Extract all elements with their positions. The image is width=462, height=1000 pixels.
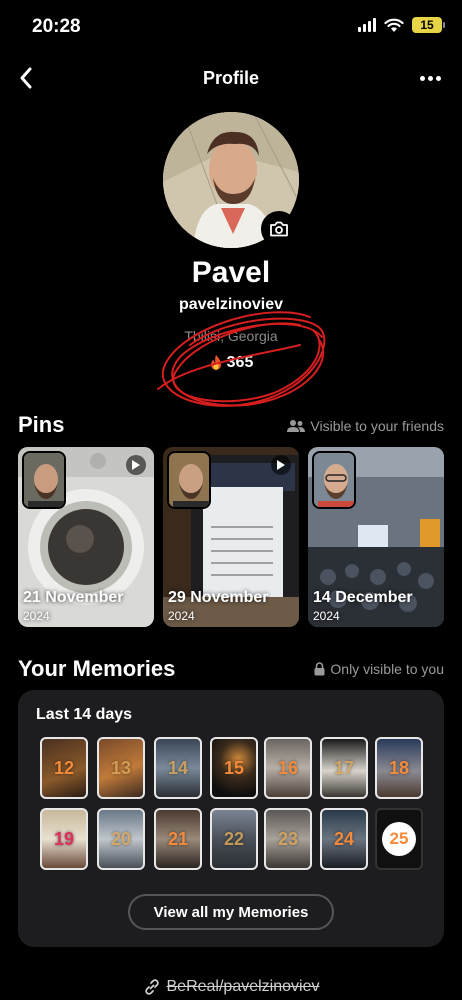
memory-day-tile[interactable]: 22 [210, 808, 258, 870]
pin-year: 2024 [313, 609, 340, 623]
link-icon [144, 979, 159, 995]
memories-visibility: Only visible to you [314, 661, 444, 677]
memory-day-tile[interactable]: 24 [320, 808, 368, 870]
signal-icon [358, 18, 376, 32]
pin-selfie [22, 451, 66, 509]
memory-day-tile[interactable]: 16 [264, 737, 312, 799]
memory-day-number: 15 [223, 757, 245, 778]
memory-day-number: 24 [333, 828, 355, 849]
memory-day-tile[interactable]: 21 [154, 808, 202, 870]
pin-date: 29 November [168, 589, 269, 606]
memories-period: Last 14 days [36, 706, 133, 723]
memory-day-number: 21 [167, 828, 189, 849]
memory-day-number: 17 [333, 757, 355, 778]
profile-link[interactable]: BeReal/pavelzinoviev [0, 978, 462, 996]
memory-day-tile[interactable]: 12 [40, 737, 88, 799]
camera-icon [270, 221, 288, 237]
profile-location: Tbilisi, Georgia [184, 328, 278, 344]
wifi-icon [384, 18, 404, 32]
lock-icon [314, 662, 325, 676]
pins-row: 21 November 2024 29 November 2024 14 Dec… [18, 447, 444, 627]
pin-year: 2024 [168, 609, 195, 623]
profile-username: pavelzinoviev [178, 296, 284, 313]
memory-day-tile[interactable]: 17 [320, 737, 368, 799]
more-options-button[interactable] [412, 62, 448, 94]
memories-visibility-label: Only visible to you [330, 661, 444, 677]
memory-day-number: 13 [110, 757, 132, 778]
pin-date: 21 November [23, 589, 124, 606]
memories-title: Your Memories [18, 656, 176, 681]
memory-day-number: 16 [277, 757, 299, 778]
memory-day-tile[interactable]: 19 [40, 808, 88, 870]
pin-year: 2024 [23, 609, 50, 623]
memory-day-number: 23 [277, 828, 299, 849]
pin-date: 14 December [313, 589, 413, 606]
friends-icon [287, 420, 306, 432]
pins-visibility: Visible to your friends [287, 418, 444, 434]
memory-day-number: 18 [388, 757, 410, 778]
memory-day-tile[interactable]: 20 [97, 808, 145, 870]
memory-today-tile[interactable]: 25 [375, 808, 423, 870]
memory-day-tile[interactable]: 13 [97, 737, 145, 799]
pins-visibility-label: Visible to your friends [310, 418, 444, 434]
streak-counter: 365 [0, 354, 462, 372]
status-time: 20:28 [32, 16, 81, 37]
memory-day-number: 19 [53, 828, 75, 849]
profile-link-label: BeReal/pavelzinoviev [166, 978, 320, 995]
memory-day-number: 20 [110, 828, 132, 849]
memories-card: Last 14 days 12 13 14 15 16 17 18 19 20 … [18, 690, 444, 947]
memory-day-number: 12 [53, 757, 75, 778]
battery-icon: 15 [412, 17, 445, 33]
memory-day-tile[interactable]: 15 [210, 737, 258, 799]
memory-day-number: 22 [223, 828, 245, 849]
pin-card[interactable]: 14 December 2024 [308, 447, 444, 627]
memory-day-tile[interactable]: 18 [375, 737, 423, 799]
memory-day-tile[interactable]: 14 [154, 737, 202, 799]
pin-selfie [167, 451, 211, 509]
pins-title: Pins [18, 412, 65, 437]
fire-icon [210, 355, 221, 370]
pin-selfie [312, 451, 356, 509]
memory-day-tile[interactable]: 23 [264, 808, 312, 870]
status-icons: 15 [358, 17, 445, 33]
play-icon [126, 455, 146, 475]
pin-card[interactable]: 29 November 2024 [163, 447, 299, 627]
page-title: Profile [202, 68, 259, 88]
streak-count: 365 [226, 354, 254, 371]
today-badge: 25 [382, 822, 416, 856]
profile-name: Pavel [191, 256, 271, 289]
top-nav: Profile [0, 58, 462, 98]
pin-card[interactable]: 21 November 2024 [18, 447, 154, 627]
change-photo-button[interactable] [261, 211, 297, 247]
view-all-memories-button[interactable]: View all my Memories [128, 894, 334, 930]
status-bar: 20:28 15 [0, 0, 462, 50]
play-icon [271, 455, 291, 475]
memory-day-number: 14 [167, 757, 189, 778]
